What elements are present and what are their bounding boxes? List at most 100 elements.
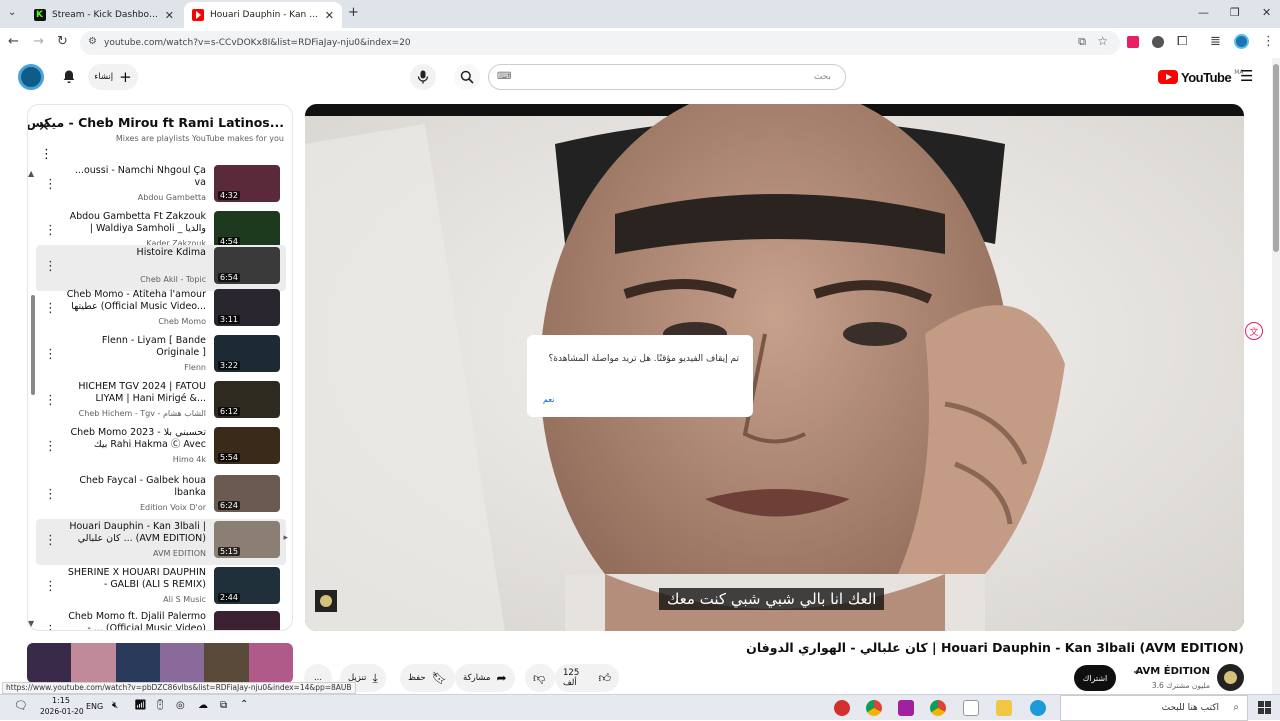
search-input[interactable]: بحث ⌨ [488, 64, 846, 90]
taskbar-chrome-icon[interactable] [866, 700, 882, 716]
playlist-item[interactable]: 5:15 Houari Dauphin - Kan 3lbali | كان عل… [36, 519, 288, 565]
taskbar-app-icon[interactable] [834, 700, 850, 716]
install-app-icon[interactable]: ⧉ [1078, 35, 1086, 49]
like-icon[interactable]: 👍︎ [598, 671, 611, 686]
tray-app-icon[interactable]: ⧉ [220, 700, 227, 711]
notifications-bell-icon[interactable] [56, 64, 82, 90]
show-hidden-icons-icon[interactable]: ⌃ [240, 699, 248, 710]
playlist-item-menu-icon[interactable]: ⋮ [44, 579, 57, 594]
playlist-item-channel: Ali S Music [163, 595, 206, 604]
recommended-thumbnail-strip[interactable] [27, 643, 293, 683]
playlist-item-menu-icon[interactable]: ⋮ [44, 533, 57, 548]
playlist-item-menu-icon[interactable]: ⋮ [44, 223, 57, 238]
back-icon[interactable]: ← [8, 34, 19, 49]
playlist-item[interactable]: 6:12 HICHEM TGV 2024 | FATOU LIYAM | Hani… [36, 379, 286, 425]
playlist-item[interactable]: 6:54 Histoire Kdima Cheb Akil - Topic ⋮ [36, 245, 286, 291]
search-icon: ⌕ [1233, 702, 1239, 713]
media-control-icon[interactable]: ≣ [1210, 34, 1221, 49]
video-title: كان علبالي - الهواري الدوفان | Houari Da… [746, 640, 1244, 655]
extensions-puzzle-icon[interactable]: ⧠ [1177, 34, 1187, 49]
dislike-button[interactable]: 👎︎ [525, 664, 555, 692]
playlist-item-menu-icon[interactable]: ⋮ [44, 301, 57, 316]
input-language[interactable]: ENG [86, 702, 103, 711]
address-bar[interactable]: ⚙ youtube.com/watch?v=s-CCvDOKx8I&list=R… [80, 31, 1120, 55]
subscriber-count: 3.6 مليون مشترك [1151, 681, 1210, 690]
taskbar-edge-icon[interactable] [1030, 700, 1046, 716]
youtube-logo[interactable]: YouTube MA [1158, 68, 1243, 86]
playlist-scroll-down-icon[interactable]: ▼ [28, 619, 34, 628]
search-button-icon[interactable] [454, 64, 480, 90]
playlist-item-menu-icon[interactable]: ⋮ [44, 487, 57, 502]
notifications-taskbar-icon[interactable]: 🗨︎ [14, 699, 28, 712]
playlist-item-menu-icon[interactable]: ⋮ [44, 393, 57, 408]
extension-icon[interactable] [1152, 36, 1164, 48]
tab-kick-dashboard[interactable]: K Stream - Kick Dashboard ✕ [26, 2, 182, 28]
playlist-item-channel: Cheb Momo [158, 317, 206, 326]
playlist-item[interactable]: Cheb Momo ft. Djalil Palermo - ... (Offi… [36, 609, 286, 630]
like-count[interactable]: 125 ألف [563, 668, 592, 688]
playlist-scrollbar[interactable] [31, 295, 35, 395]
share-icon: ➦ [496, 671, 507, 685]
voice-search-mic-icon[interactable] [410, 64, 436, 90]
playlist-item-menu-icon[interactable]: ⋮ [44, 177, 57, 192]
speaker-muted-icon[interactable]: 🔇︎ [112, 700, 118, 711]
wifi-icon[interactable]: 📶︎ [134, 700, 147, 711]
create-button[interactable]: إنشاء + [88, 64, 138, 90]
forward-icon[interactable]: → [33, 34, 44, 49]
tray-app-icon[interactable]: ◎ [176, 700, 185, 711]
bookmark-star-icon[interactable]: ☆ [1097, 34, 1108, 48]
account-avatar[interactable] [18, 64, 44, 90]
extension-icon[interactable] [1127, 36, 1139, 48]
battery-icon[interactable]: 🔋︎ [154, 700, 167, 711]
video-player[interactable]: العك انا بالي شبي شبي كنت معك [305, 104, 1244, 631]
playlist-item[interactable]: 5:54 Cheb Momo 2023 - تحسبني بلا بيك Rahi… [36, 425, 286, 471]
taskbar-app-icon[interactable] [898, 700, 914, 716]
playlist-item-menu-icon[interactable]: ⋮ [44, 439, 57, 454]
playlist-item-thumbnail [214, 611, 280, 630]
playlist-item[interactable]: 6:24 Cheb Faycal - Galbek houa lbanka Edit… [36, 473, 286, 519]
profile-avatar-icon[interactable] [1234, 34, 1249, 49]
reload-icon[interactable]: ↻ [57, 34, 68, 49]
close-window-icon[interactable]: ✕ [1262, 6, 1271, 19]
minimize-window-icon[interactable]: — [1198, 6, 1209, 19]
taskbar-time: 1:15 [52, 696, 70, 705]
playlist-item-menu-icon[interactable]: ⋮ [44, 259, 57, 274]
taskbar-search-box[interactable]: اكتب هنا للبحث ⌕ [1060, 695, 1248, 721]
playlist-item[interactable]: 3:11 Cheb Momo - Atiteha l'amour عطيتها (… [36, 287, 286, 333]
close-tab-icon[interactable]: ✕ [325, 9, 334, 22]
youtube-header: إنشاء + بحث ⌨ YouTube MA ☰ [0, 58, 1272, 96]
page-scrollbar[interactable] [1272, 58, 1280, 694]
subscribe-button[interactable]: اشتراك [1074, 665, 1116, 691]
playlist-item-thumbnail: 3:11 [214, 289, 280, 326]
playlist-item[interactable]: 4:32 ...oussi - Namchi Nhgoul Ça va Abdou … [36, 163, 286, 209]
browser-menu-icon[interactable]: ⋮ [1262, 34, 1275, 49]
translate-extension-icon[interactable]: 文 [1245, 322, 1263, 340]
playlist-item-menu-icon[interactable]: ⋮ [44, 347, 57, 362]
playlist-item[interactable]: 2:44 SHERINE X HOUARI DAUPHIN - GALBI (AL… [36, 565, 286, 611]
windows-start-icon[interactable] [1258, 701, 1271, 714]
guide-menu-icon[interactable]: ☰ [1240, 67, 1253, 85]
playlist-item-menu-icon[interactable]: ⋮ [44, 623, 57, 630]
site-info-icon[interactable]: ⚙ [88, 36, 97, 47]
channel-avatar[interactable] [1217, 664, 1244, 691]
dialog-yes-button[interactable]: نعم [543, 395, 554, 404]
share-button[interactable]: مشاركة ➦ [455, 664, 515, 692]
keyboard-icon[interactable]: ⌨ [497, 65, 511, 89]
taskbar-store-icon[interactable] [963, 700, 979, 716]
close-tab-icon[interactable]: ✕ [165, 9, 174, 22]
tab-youtube-video[interactable]: Houari Dauphin - Kan 3lbali (AVM EDITION… [184, 2, 342, 28]
tab-title: Stream - Kick Dashboard [52, 10, 159, 20]
restore-window-icon[interactable]: ❐ [1230, 6, 1240, 19]
tab-list-dropdown-icon[interactable]: ⌄ [8, 7, 16, 18]
taskbar-explorer-icon[interactable] [996, 700, 1012, 716]
playlist-item-title: Cheb Momo - Atiteha l'amour عطيتها (Offi… [66, 289, 206, 312]
playlist-more-icon[interactable]: ⋮ [40, 147, 53, 162]
page-scrollbar-thumb[interactable] [1273, 64, 1279, 252]
channel-name[interactable]: AVM ÉDITION [1136, 666, 1211, 677]
playlist-item[interactable]: 3:22 Flenn - Liyam [ Bande Originale ] Fle… [36, 333, 286, 379]
tray-app-icon[interactable]: ☁ [198, 700, 208, 711]
new-tab-icon[interactable]: + [348, 5, 359, 20]
save-button[interactable]: حفظ 🔖︎ [400, 664, 455, 692]
taskbar-chrome-icon[interactable] [930, 700, 946, 716]
playlist-scroll-up-icon[interactable]: ▲ [28, 169, 34, 178]
